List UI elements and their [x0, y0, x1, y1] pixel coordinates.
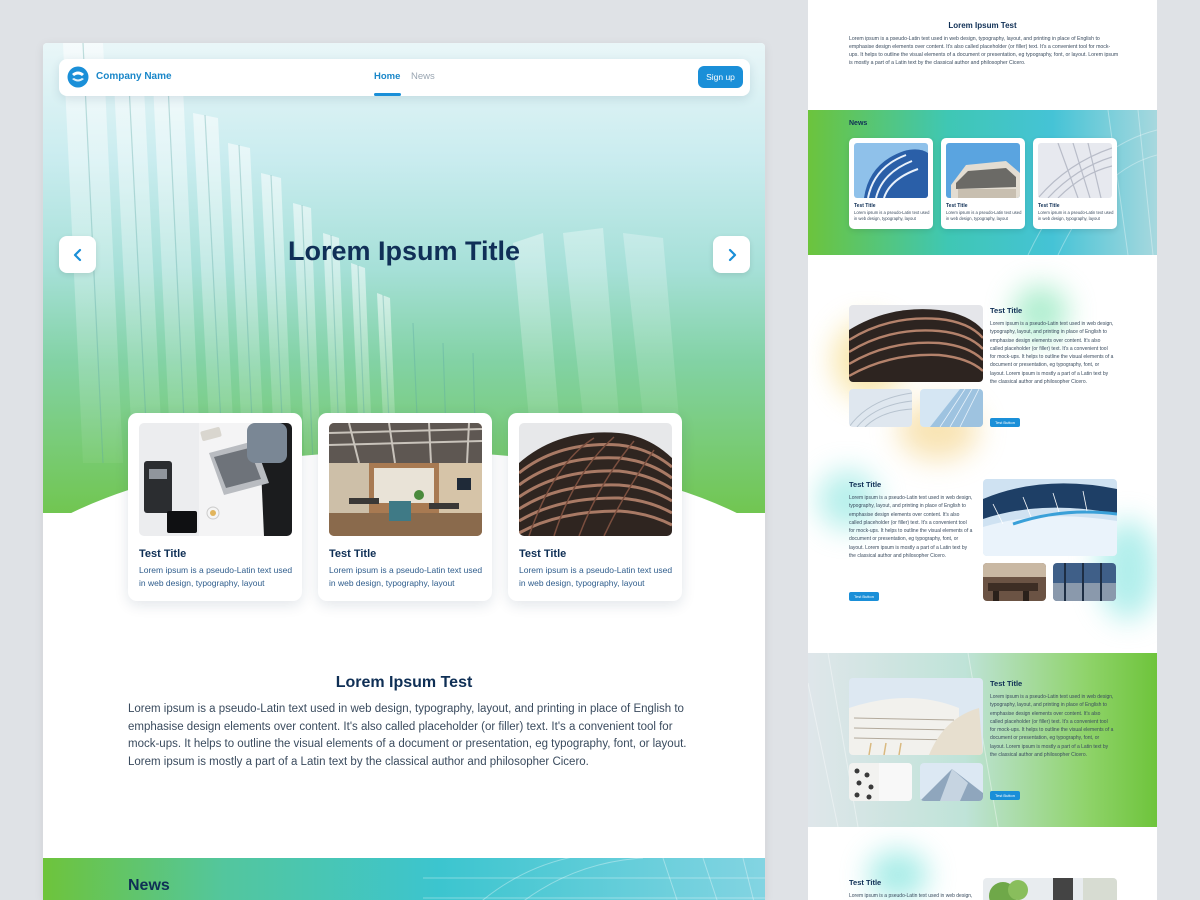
company-logo-icon[interactable]: [67, 66, 89, 88]
feature-main-photo: [849, 305, 983, 382]
card-text: Lorem ipsum is a pseudo-Latin text used …: [139, 565, 293, 588]
main-page-preview: Company Name Home News Sign up Lorem Ips…: [43, 43, 765, 900]
news-card[interactable]: Test Title Lorem ipsum is a pseudo-Latin…: [941, 138, 1025, 229]
chevron-left-icon: [73, 248, 81, 261]
signup-button[interactable]: Sign up: [698, 66, 743, 88]
card-text: Lorem ipsum is a pseudo-Latin text used …: [519, 565, 673, 588]
card-title: Test Title: [329, 548, 377, 560]
card-title: Test Title: [139, 548, 187, 560]
section-body: Lorem ipsum is a pseudo-Latin text used …: [849, 36, 1119, 66]
card-title: Test Title: [946, 203, 968, 209]
laptop-desk-photo: [139, 423, 292, 536]
nav-link-home[interactable]: Home: [374, 71, 400, 82]
feature-text: Lorem ipsum is a pseudo-Latin text used …: [990, 321, 1114, 386]
card-title: Test Title: [519, 548, 567, 560]
card-text: Lorem ipsum is a pseudo-Latin text used …: [1038, 210, 1114, 221]
secondary-page-preview: Lorem Ipsum Test Lorem ipsum is a pseudo…: [808, 0, 1157, 900]
feature-main-photo: [849, 678, 983, 755]
architecture-photo: [854, 143, 928, 198]
feature-main-photo: [983, 479, 1117, 556]
feature-title: Test Title: [849, 480, 882, 489]
feature-band: Test Title Lorem ipsum is a pseudo-Latin…: [808, 653, 1157, 827]
news-section: News: [43, 858, 765, 900]
section-body: Lorem ipsum is a pseudo-Latin text used …: [128, 703, 687, 768]
section-title: Lorem Ipsum Test: [335, 674, 473, 691]
feature-thumb-photo: [983, 563, 1046, 601]
news-card[interactable]: Test Title Lorem ipsum is a pseudo-Latin…: [1033, 138, 1117, 229]
feature-title: Test Title: [849, 878, 882, 887]
test-button[interactable]: Test Button: [849, 592, 879, 601]
feature-title: Test Title: [990, 679, 1023, 688]
feature-thumb-photo: [920, 763, 983, 801]
card-text: Lorem ipsum is a pseudo-Latin text used …: [854, 210, 930, 221]
feature-text: Lorem ipsum is a pseudo-Latin text used …: [849, 495, 973, 560]
brand-name[interactable]: Company Name: [96, 71, 172, 82]
nav-link-news[interactable]: News: [411, 71, 435, 82]
feature-text: Lorem ipsum is a pseudo-Latin text used …: [849, 893, 973, 899]
navbar: Company Name Home News Sign up: [59, 59, 750, 96]
nav-active-indicator: [374, 93, 401, 96]
feature-thumb-photo: [920, 389, 983, 427]
carousel-prev-button[interactable]: [59, 236, 96, 273]
card-title: Test Title: [854, 203, 876, 209]
feature-thumb-photo: [1053, 563, 1116, 601]
test-button[interactable]: Test Button: [990, 791, 1020, 800]
section-title: Lorem Ipsum Test: [948, 21, 1017, 30]
architecture-photo: [1038, 143, 1112, 198]
card-text: Lorem ipsum is a pseudo-Latin text used …: [946, 210, 1022, 221]
news-section: News Test Title Lorem ipsum is a pseudo-…: [808, 110, 1157, 255]
hero-title: Lorem Ipsum Title: [287, 236, 521, 266]
test-button[interactable]: Test Button: [990, 418, 1020, 427]
feature-main-photo: [983, 878, 1117, 900]
news-heading: News: [128, 877, 170, 894]
feature-title: Test Title: [990, 306, 1023, 315]
feature-card[interactable]: Test Title Lorem ipsum is a pseudo-Latin…: [318, 413, 492, 601]
building-facade-photo: [519, 423, 672, 536]
architecture-photo: [946, 143, 1020, 198]
news-heading: News: [849, 120, 868, 127]
feature-thumb-photo: [849, 763, 912, 801]
feature-card[interactable]: Test Title Lorem ipsum is a pseudo-Latin…: [508, 413, 682, 601]
card-title: Test Title: [1038, 203, 1060, 209]
office-interior-photo: [329, 423, 482, 536]
carousel-next-button[interactable]: [713, 236, 750, 273]
feature-card[interactable]: Test Title Lorem ipsum is a pseudo-Latin…: [128, 413, 302, 601]
feature-thumb-photo: [849, 389, 912, 427]
chevron-right-icon: [728, 248, 736, 261]
news-card[interactable]: Test Title Lorem ipsum is a pseudo-Latin…: [849, 138, 933, 229]
card-text: Lorem ipsum is a pseudo-Latin text used …: [329, 565, 483, 588]
feature-text: Lorem ipsum is a pseudo-Latin text used …: [990, 694, 1114, 759]
